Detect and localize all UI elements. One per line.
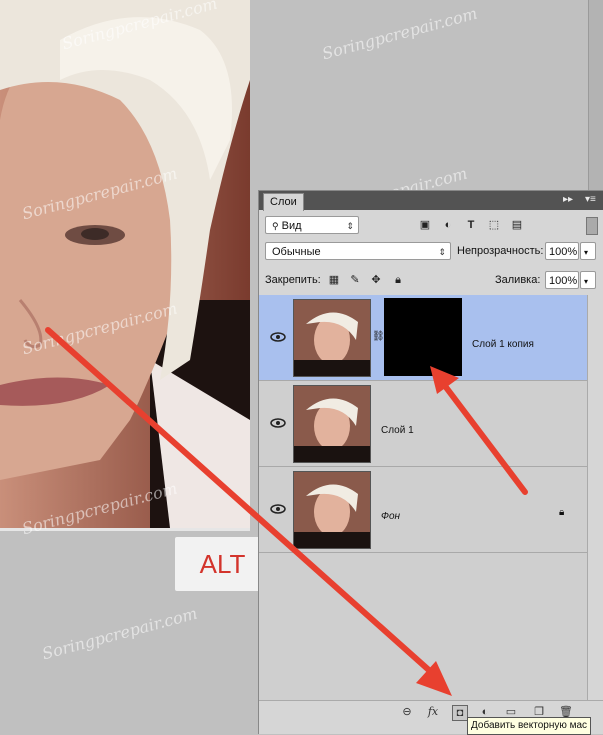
annotation-arrows — [45, 327, 528, 696]
arrow-to-layer-mask — [439, 379, 528, 495]
arrow-to-mask-button — [45, 327, 443, 683]
